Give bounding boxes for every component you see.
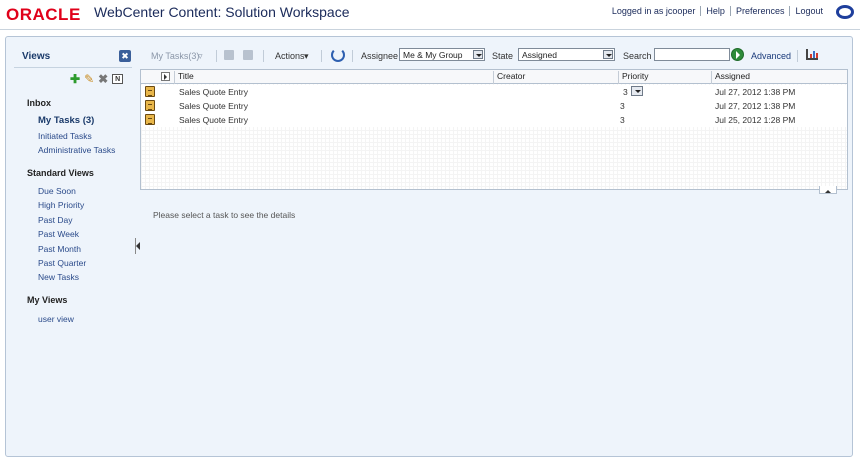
nav-past-week[interactable]: Past Week <box>38 229 79 239</box>
row-title[interactable]: Sales Quote Entry <box>179 87 248 97</box>
toolbar-divider <box>216 50 217 62</box>
row-priority: 3 <box>623 87 628 97</box>
row-assigned: Jul 27, 2012 1:38 PM <box>715 87 796 97</box>
nav-past-day[interactable]: Past Day <box>38 215 73 225</box>
app-title: WebCenter Content: Solution Workspace <box>94 4 350 20</box>
task-table: Title Creator Priority Assigned Sales Qu… <box>140 69 848 190</box>
toolbar-divider <box>263 50 264 62</box>
search-label: Search <box>623 51 652 61</box>
state-label: State <box>492 51 514 61</box>
logged-in-text: Logged in as jcooper <box>611 6 696 16</box>
row-title[interactable]: Sales Quote Entry <box>179 101 248 111</box>
assignee-value: Me & My Group <box>403 50 463 60</box>
priority-dropdown-icon[interactable] <box>631 86 643 96</box>
my-tasks-chevron-icon[interactable]: ▿ <box>198 51 203 62</box>
row-assigned: Jul 25, 2012 1:28 PM <box>715 115 796 125</box>
edit-view-icon[interactable]: ✎ <box>84 73 94 85</box>
task-icon <box>145 100 155 111</box>
new-view-icon[interactable]: N <box>112 74 124 84</box>
inbox-heading: Inbox <box>27 98 51 108</box>
delete-view-icon[interactable]: ✖ <box>98 73 108 85</box>
app-header: ORACLE WebCenter Content: Solution Works… <box>0 0 860 30</box>
assignee-label: Assignee <box>361 51 399 61</box>
chevron-down-icon[interactable] <box>603 50 613 59</box>
row-priority: 3 <box>620 115 625 125</box>
expand-columns-icon[interactable] <box>161 72 170 81</box>
nav-past-quarter[interactable]: Past Quarter <box>38 258 86 268</box>
actions-menu[interactable]: Actions <box>275 51 305 61</box>
table-row[interactable]: Sales Quote Entry 3 Jul 27, 2012 1:38 PM <box>141 85 847 99</box>
views-title: Views <box>22 51 51 62</box>
views-divider <box>14 67 132 68</box>
collapse-panel-handle[interactable] <box>135 238 140 254</box>
preferences-link[interactable]: Preferences <box>729 6 790 16</box>
nav-administrative-tasks[interactable]: Administrative Tasks <box>38 145 115 155</box>
nav-high-priority[interactable]: High Priority <box>38 200 84 210</box>
expand-details-icon[interactable] <box>819 186 837 194</box>
actions-chevron-icon[interactable]: ▾ <box>304 51 309 62</box>
table-row[interactable]: Sales Quote Entry 3 Jul 27, 2012 1:38 PM <box>141 99 847 113</box>
reject-icon[interactable] <box>243 50 253 60</box>
toolbar-divider <box>321 50 322 62</box>
task-icon <box>145 114 155 125</box>
details-message: Please select a task to see the details <box>153 210 296 220</box>
nav-past-month[interactable]: Past Month <box>38 244 81 254</box>
views-toolbar: ✚ ✎ ✖ N <box>70 73 124 85</box>
state-value: Assigned <box>522 50 557 60</box>
row-title[interactable]: Sales Quote Entry <box>179 115 248 125</box>
column-priority[interactable]: Priority <box>618 71 711 84</box>
column-creator[interactable]: Creator <box>493 71 618 84</box>
help-link[interactable]: Help <box>700 6 730 16</box>
header-links: Logged in as jcooper Help Preferences Lo… <box>607 6 828 16</box>
chevron-down-icon[interactable] <box>473 50 483 59</box>
oracle-o-icon <box>836 5 854 19</box>
oracle-logo: ORACLE <box>6 5 81 24</box>
standard-views-heading: Standard Views <box>27 168 94 178</box>
logout-link[interactable]: Logout <box>789 6 828 16</box>
table-row[interactable]: Sales Quote Entry 3 Jul 25, 2012 1:28 PM <box>141 113 847 127</box>
advanced-search-link[interactable]: Advanced <box>751 51 791 61</box>
nav-initiated-tasks[interactable]: Initiated Tasks <box>38 131 92 141</box>
column-assigned[interactable]: Assigned <box>711 71 847 84</box>
chart-icon[interactable] <box>806 49 818 60</box>
add-view-icon[interactable]: ✚ <box>70 73 80 85</box>
toolbar-divider <box>352 50 353 62</box>
row-priority: 3 <box>620 101 625 111</box>
my-views-heading: My Views <box>27 295 68 305</box>
approve-icon[interactable] <box>224 50 234 60</box>
nav-due-soon[interactable]: Due Soon <box>38 186 76 196</box>
toolbar-divider <box>797 50 798 62</box>
nav-new-tasks[interactable]: New Tasks <box>38 272 79 282</box>
column-title[interactable]: Title <box>174 71 493 84</box>
search-input[interactable] <box>654 48 730 61</box>
search-go-icon[interactable] <box>731 48 744 61</box>
refresh-icon[interactable] <box>331 48 345 62</box>
my-tasks-menu[interactable]: My Tasks(3) <box>151 51 199 61</box>
table-header: Title Creator Priority Assigned <box>141 70 847 84</box>
close-views-icon[interactable]: ✖ <box>119 50 131 62</box>
state-select[interactable]: Assigned <box>518 48 615 61</box>
nav-user-view[interactable]: user view <box>38 314 74 324</box>
nav-my-tasks[interactable]: My Tasks (3) <box>38 115 94 126</box>
assignee-select[interactable]: Me & My Group <box>399 48 485 61</box>
task-icon <box>145 86 155 97</box>
row-assigned: Jul 27, 2012 1:38 PM <box>715 101 796 111</box>
